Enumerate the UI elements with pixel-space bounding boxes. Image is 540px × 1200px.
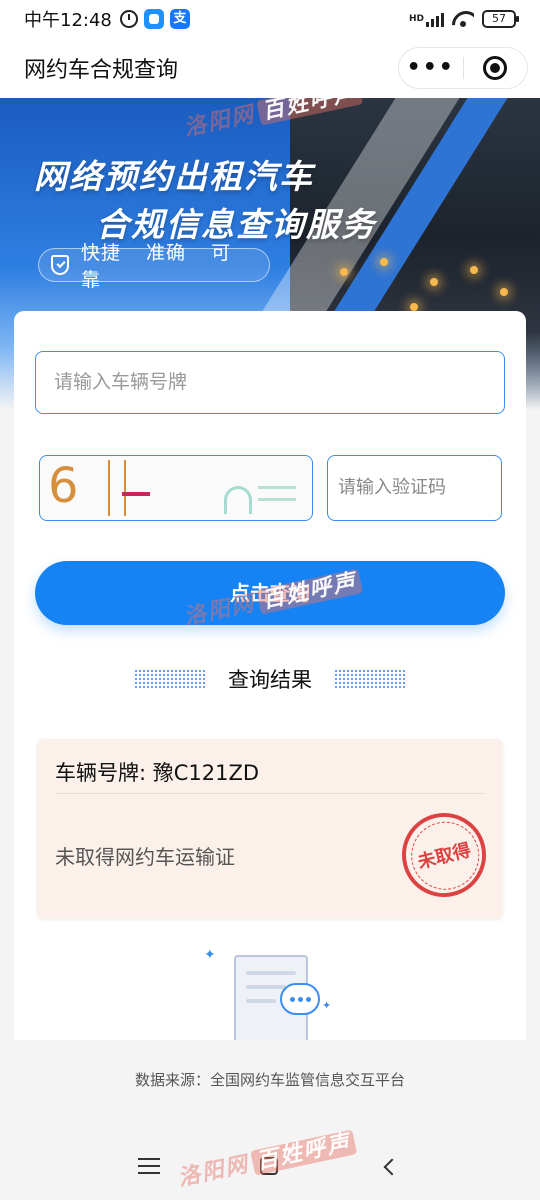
recent-apps-icon[interactable] — [138, 1158, 160, 1176]
signal-icon — [426, 11, 444, 27]
result-divider — [55, 793, 485, 794]
alarm-icon — [119, 10, 138, 28]
status-right-icons: HD 57 — [408, 10, 519, 28]
chat-bubble-icon — [280, 983, 320, 1015]
sparkle-icon: ✦ — [322, 999, 332, 1012]
not-obtained-stamp: 未取得 — [393, 804, 495, 906]
title-bar: 网约车合规查询 ••• — [0, 38, 540, 98]
more-options-button[interactable]: ••• — [399, 47, 463, 89]
feature-accurate: 准确 — [146, 242, 187, 264]
result-heading: 查询结果 — [228, 668, 312, 692]
result-plate-number: 车辆号牌: 豫C121ZD — [55, 761, 260, 785]
footer: 数据来源：全国网约车监管信息交互平台 — [0, 1040, 540, 1140]
close-circle-icon — [483, 56, 508, 80]
status-bar: 中午12:48 支 HD 57 — [0, 0, 540, 38]
hd-label: HD — [408, 14, 424, 24]
alipay-icon: 支 — [169, 9, 190, 29]
status-notification-icons: 支 — [119, 9, 190, 29]
banner-features: 快捷 准确 可靠 — [81, 238, 269, 292]
captcha-image[interactable]: 6 — [39, 455, 313, 521]
sparkle-icon: ✦ — [204, 947, 216, 963]
result-header: 查询结果 — [134, 663, 406, 695]
close-miniprogram-button[interactable] — [464, 56, 528, 80]
page-title: 网约车合规查询 — [24, 58, 179, 83]
result-box: 车辆号牌: 豫C121ZD 未取得网约车运输证 未取得 — [37, 739, 503, 919]
captcha-code-input[interactable]: 请输入验证码 — [327, 455, 502, 521]
app-notification-icon — [143, 9, 164, 29]
stamp-text: 未取得 — [415, 839, 474, 874]
captcha-char: 6 — [48, 458, 79, 514]
data-source-text: 数据来源：全国网约车监管信息交互平台 — [134, 1071, 405, 1089]
banner-features-pill: 快捷 准确 可靠 — [38, 242, 270, 291]
feature-fast: 快捷 — [80, 242, 121, 264]
system-nav-bar: 洛阳网 百姓呼声 — [0, 1129, 540, 1200]
document-illustration: ✦ ✦ — [204, 947, 334, 1047]
result-status: 未取得网约车运输证 — [55, 845, 235, 869]
banner-title-line1: 网络预约出租汽车 — [34, 157, 314, 196]
miniprogram-capsule: ••• — [398, 47, 528, 89]
back-icon[interactable] — [383, 1158, 401, 1176]
dotted-decoration-right — [334, 669, 406, 689]
wifi-icon — [452, 11, 474, 27]
shield-check-icon — [51, 255, 69, 275]
dotted-decoration-left — [134, 669, 206, 689]
battery-icon: 57 — [482, 10, 519, 28]
query-card: 请输入车辆号牌 6 请输入验证码 点击查询 查询结果 车辆号牌: 豫C121ZD… — [14, 311, 526, 1071]
status-time: 中午12:48 — [24, 10, 112, 31]
plate-number-input[interactable]: 请输入车辆号牌 — [35, 351, 505, 414]
